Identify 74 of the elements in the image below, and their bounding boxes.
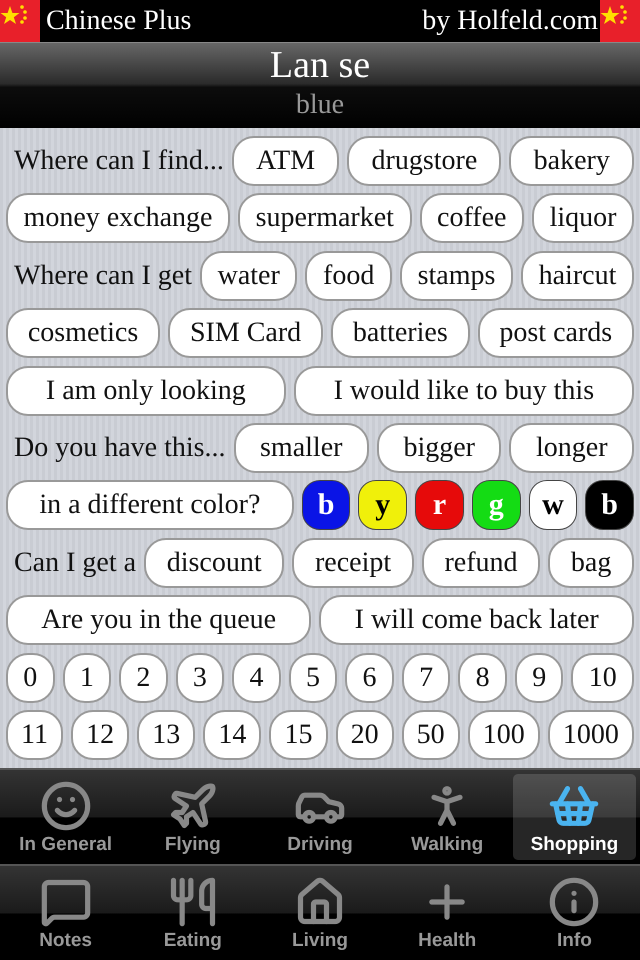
phrase-button[interactable]: I would like to buy this xyxy=(294,366,634,416)
tab[interactable]: Driving xyxy=(258,774,382,860)
phrase-button[interactable]: food xyxy=(305,250,392,301)
phrase-button[interactable]: money exchange xyxy=(6,193,230,244)
phrase-button[interactable]: receipt xyxy=(292,538,414,588)
color-button[interactable]: b xyxy=(585,480,634,530)
phrase-button[interactable]: bag xyxy=(548,538,634,588)
phrase-button[interactable]: 6 xyxy=(345,652,394,703)
phrase-button[interactable]: 20 xyxy=(336,710,394,760)
phrase-button[interactable]: 8 xyxy=(458,652,507,703)
flag-icon xyxy=(600,0,640,42)
tab[interactable]: Info xyxy=(512,870,636,956)
phrase-button[interactable]: I will come back later xyxy=(319,595,634,646)
phrase-button[interactable]: ATM xyxy=(232,136,340,186)
phrase-button[interactable]: 5 xyxy=(288,652,338,703)
phrase-button[interactable]: haircut xyxy=(521,250,634,301)
flag-icon xyxy=(0,0,40,42)
phrase-label: Where can I find... xyxy=(13,144,224,177)
phrase-button[interactable]: Are you in the queue xyxy=(6,595,312,646)
phrase-button[interactable]: bigger xyxy=(376,422,502,473)
tab[interactable]: Shopping xyxy=(512,774,636,860)
phrase-button[interactable]: 13 xyxy=(137,710,196,760)
phrase-button[interactable]: longer xyxy=(509,422,634,473)
phrase-button[interactable]: 50 xyxy=(402,710,460,760)
tab[interactable]: Flying xyxy=(131,774,254,860)
phrase-button[interactable]: 14 xyxy=(203,710,262,760)
phrase-label: Can I get a xyxy=(13,546,136,579)
color-button[interactable]: y xyxy=(358,480,408,530)
phrase-button[interactable]: discount xyxy=(144,538,284,588)
phrase-button[interactable]: 7 xyxy=(402,652,450,703)
phrase-button[interactable]: 0 xyxy=(6,652,55,703)
phrase-button[interactable]: coffee xyxy=(420,193,524,244)
phrase-button[interactable]: 1000 xyxy=(548,710,634,760)
phrase-button[interactable]: 9 xyxy=(514,652,564,703)
tab[interactable]: Eating xyxy=(131,870,254,956)
app-name: Chinese Plus xyxy=(45,5,192,37)
phrase-button[interactable]: I am only looking xyxy=(6,366,286,416)
tab[interactable]: Health xyxy=(386,870,509,956)
phrase-button[interactable]: 1 xyxy=(62,652,112,703)
phrase-button[interactable]: 15 xyxy=(269,710,328,760)
credit-text: by Holfeld.com xyxy=(422,5,599,37)
phrase-button[interactable]: liquor xyxy=(532,193,634,244)
phrase-button[interactable]: post cards xyxy=(478,308,634,358)
phrase-label: Where can I get xyxy=(13,260,192,292)
phrase-button[interactable]: 4 xyxy=(232,652,281,703)
phrase-button[interactable]: SIM Card xyxy=(168,308,324,358)
phrase-button[interactable]: 12 xyxy=(71,710,130,760)
phrase-button[interactable]: water xyxy=(200,250,298,301)
phrase-button[interactable]: 10 xyxy=(571,652,634,703)
phrase-button[interactable]: smaller xyxy=(234,422,369,473)
tab[interactable]: Walking xyxy=(386,774,509,860)
color-button[interactable]: r xyxy=(415,480,464,530)
phrase-button[interactable]: supermarket xyxy=(238,193,412,244)
phrase-button[interactable]: refund xyxy=(422,538,540,588)
phrase-button[interactable]: 11 xyxy=(6,710,64,760)
tab[interactable]: Notes xyxy=(4,870,128,956)
phrase-button[interactable]: drugstore xyxy=(347,136,502,186)
phrase-button[interactable]: 2 xyxy=(119,652,168,703)
phrase-button[interactable]: bakery xyxy=(509,136,634,186)
phrase-button[interactable]: cosmetics xyxy=(6,308,160,358)
pinyin-text: Lan se xyxy=(270,43,370,87)
phrase-label: Do you have this... xyxy=(13,432,226,464)
smiley-icon xyxy=(40,780,92,832)
phrase-button[interactable]: 3 xyxy=(176,652,224,703)
phrase-button[interactable]: batteries xyxy=(331,308,470,358)
translation-text: blue xyxy=(296,88,344,122)
phrase-button[interactable]: in a different color? xyxy=(6,480,294,530)
color-button[interactable]: b xyxy=(302,480,350,530)
color-button[interactable]: w xyxy=(528,480,578,530)
phrase-button[interactable]: stamps xyxy=(400,250,513,301)
phrase-button[interactable]: 100 xyxy=(468,710,540,760)
tab[interactable]: In General xyxy=(4,774,128,860)
info-icon xyxy=(548,876,600,928)
tab[interactable]: Living xyxy=(258,870,382,956)
